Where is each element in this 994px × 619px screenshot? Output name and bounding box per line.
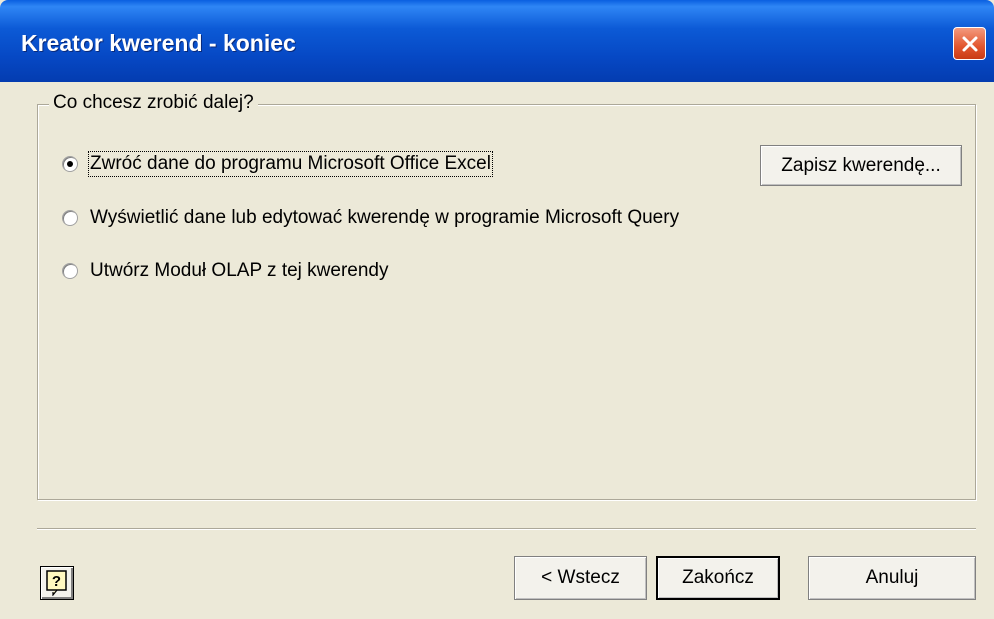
radio-selected-dot [67, 161, 73, 167]
option-create-olap[interactable]: Utwórz Moduł OLAP z tej kwerendy [62, 260, 389, 282]
option-view-edit[interactable]: Wyświetlić dane lub edytować kwerendę w … [62, 207, 679, 229]
title-bar[interactable]: Kreator kwerend - koniec [0, 0, 994, 82]
close-button[interactable] [953, 27, 986, 60]
close-icon [962, 36, 977, 51]
window-title: Kreator kwerend - koniec [21, 30, 296, 56]
cancel-label: Anuluj [865, 567, 919, 588]
radio-view-edit[interactable] [62, 210, 78, 226]
separator [37, 528, 976, 530]
help-icon: ? [46, 570, 67, 596]
radio-create-olap[interactable] [62, 263, 78, 279]
finish-label: Zakończ [682, 567, 754, 588]
back-button[interactable]: < Wstecz [514, 556, 647, 600]
option-view-edit-label: Wyświetlić dane lub edytować kwerendę w … [90, 207, 680, 228]
finish-button[interactable]: Zakończ [656, 556, 780, 600]
save-query-button[interactable]: Zapisz kwerendę... [760, 145, 962, 186]
option-create-olap-label: Utwórz Moduł OLAP z tej kwerendy [90, 260, 389, 281]
svg-text:?: ? [52, 573, 61, 590]
back-label: < Wstecz [541, 567, 620, 588]
group-legend: Co chcesz zrobić dalej? [49, 92, 258, 114]
option-return-data-label: Zwróć dane do programu Microsoft Office … [88, 151, 493, 177]
cancel-button[interactable]: Anuluj [808, 556, 976, 600]
option-return-data[interactable]: Zwróć dane do programu Microsoft Office … [62, 151, 493, 177]
radio-return-data[interactable] [62, 156, 78, 172]
help-button[interactable]: ? [40, 566, 74, 600]
save-query-label: Zapisz kwerendę... [781, 154, 941, 176]
